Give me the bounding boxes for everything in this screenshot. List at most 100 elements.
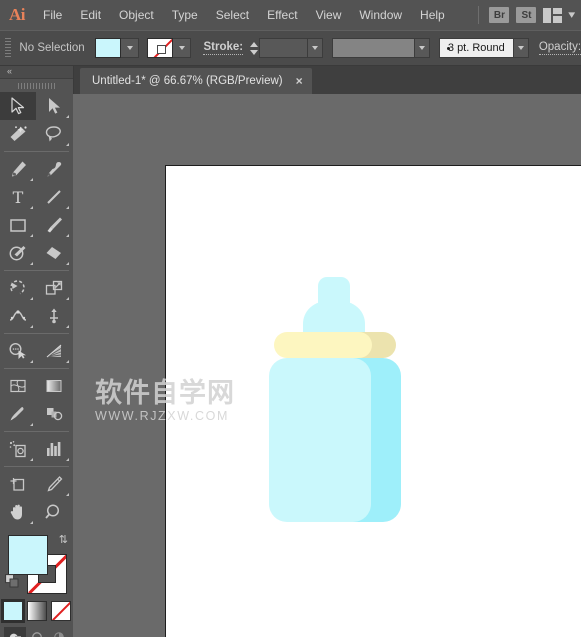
stroke-weight-stepper[interactable] [248,38,259,58]
menu-edit[interactable]: Edit [71,3,110,27]
tool-flyout-indicator [30,521,33,524]
tool-flyout-indicator [30,325,33,328]
menu-object[interactable]: Object [110,3,163,27]
blend-tool[interactable] [36,400,72,428]
pen-tool[interactable] [0,155,36,183]
swap-fill-stroke-icon[interactable]: ⇅ [59,533,68,546]
menu-select[interactable]: Select [207,3,258,27]
tools-panel: « T ⇅ [0,64,74,637]
tool-flyout-indicator [30,234,33,237]
variable-width-profile-dropdown-button[interactable] [513,38,529,58]
color-mode-button[interactable] [0,599,25,623]
color-mode-buttons [0,599,73,623]
fill-stroke-controls: ⇅ [0,531,73,599]
tool-flyout-indicator [30,297,33,300]
menu-type[interactable]: Type [163,3,207,27]
workspace-switcher-icon[interactable] [543,7,563,23]
bridge-button[interactable]: Br [489,7,510,23]
brush-definition-dropdown-button[interactable] [414,38,431,58]
stroke-swatch-group [147,38,192,58]
variable-width-profile-field[interactable]: 3 pt. Round [439,38,514,58]
type-tool[interactable]: T [0,183,36,211]
collapse-panel-icon[interactable]: « [7,66,12,76]
menu-help[interactable]: Help [411,3,454,27]
tool-separator [4,270,69,271]
stroke-color-swatch[interactable] [147,38,174,58]
shaper-tool[interactable] [0,239,36,267]
direct-selection-tool[interactable] [36,92,72,120]
brush-definition-swatch[interactable] [332,38,415,58]
eraser-tool[interactable] [36,239,72,267]
control-panel-grip[interactable] [3,37,12,59]
fill-color-box[interactable] [8,535,48,575]
stroke-weight-input[interactable] [259,38,308,58]
bottle-cap-light [274,332,372,358]
shape-builder-tool[interactable] [0,337,36,365]
tool-flyout-indicator [66,297,69,300]
stock-button[interactable]: St [516,7,537,23]
stroke-dropdown-button[interactable] [173,38,192,58]
menu-view[interactable]: View [307,3,351,27]
lasso-tool[interactable] [36,120,72,148]
document-tab-bar: Untitled-1* @ 66.67% (RGB/Preview) × [73,64,581,95]
width-tool[interactable] [0,302,36,330]
hand-tool[interactable] [0,498,36,526]
opacity-label[interactable]: Opacity: [538,41,581,55]
document-tab[interactable]: Untitled-1* @ 66.67% (RGB/Preview) × [80,68,312,94]
chevron-down-icon[interactable]: ▾ [569,9,576,21]
tool-flyout-indicator [66,206,69,209]
curvature-tool[interactable] [36,155,72,183]
draw-normal-button[interactable] [3,627,26,637]
tool-flyout-indicator [30,458,33,461]
tool-flyout-indicator [30,178,33,181]
close-icon[interactable]: × [296,75,303,87]
stroke-label[interactable]: Stroke: [203,41,244,55]
menu-effect[interactable]: Effect [258,3,306,27]
tool-flyout-indicator [66,325,69,328]
mesh-tool[interactable] [0,372,36,400]
none-mode-button[interactable] [50,601,71,621]
gradient-tool[interactable] [36,372,72,400]
zoom-tool[interactable] [36,498,72,526]
line-segment-tool[interactable] [36,183,72,211]
tool-flyout-indicator [30,206,33,209]
svg-text:T: T [13,188,24,206]
fill-dropdown-button[interactable] [121,38,140,58]
variable-width-profile-value: 3 pt. Round [447,42,505,54]
selection-tool[interactable] [0,92,36,120]
tool-flyout-indicator [66,234,69,237]
eyedropper-tool[interactable] [0,400,36,428]
baby-bottle-illustration[interactable] [265,274,415,554]
gradient-mode-button[interactable] [26,601,47,621]
rotate-tool[interactable] [0,274,36,302]
magic-wand-tool[interactable] [0,120,36,148]
slice-tool[interactable] [36,470,72,498]
paintbrush-tool[interactable] [36,211,72,239]
tool-flyout-indicator [30,360,33,363]
tools-panel-grip[interactable] [0,79,73,92]
artboard-tool[interactable] [0,470,36,498]
menu-bar-right-group: Br St ▾ [478,0,576,30]
column-graph-tool[interactable] [36,435,72,463]
fill-swatch-group [95,38,140,58]
draw-behind-button[interactable] [26,627,48,637]
symbol-sprayer-tool[interactable] [0,435,36,463]
tool-separator [4,368,69,369]
draw-inside-button[interactable] [48,627,70,637]
menu-bar: Ai File Edit Object Type Select Effect V… [0,0,581,30]
scale-tool[interactable] [36,274,72,302]
canvas-area[interactable]: 软件自学网 WWW.RJZXW.COM [73,94,581,637]
perspective-grid-tool[interactable] [36,337,72,365]
fill-color-swatch[interactable] [95,38,122,58]
tool-separator [4,333,69,334]
control-panel: No Selection Stroke: 3 pt. Round Opacity… [0,30,581,66]
menu-file[interactable]: File [34,3,71,27]
app-logo: Ai [9,5,26,24]
rectangle-tool[interactable] [0,211,36,239]
default-fill-stroke-icon[interactable] [5,574,20,594]
tool-flyout-indicator [30,423,33,426]
menu-items: File Edit Object Type Select Effect View… [34,3,454,27]
free-transform-tool[interactable] [36,302,72,330]
menu-window[interactable]: Window [350,3,411,27]
stroke-weight-dropdown-button[interactable] [307,38,324,58]
